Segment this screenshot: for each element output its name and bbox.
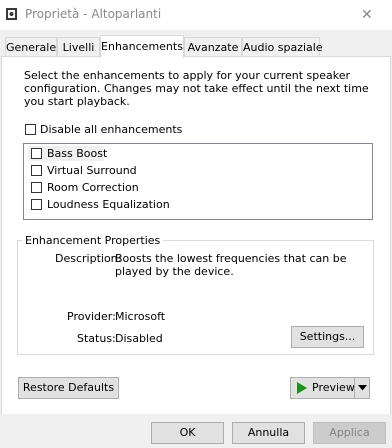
loudness-equalization-label[interactable]: Loudness Equalization (47, 198, 170, 211)
virtual-surround-checkbox[interactable] (31, 165, 42, 176)
tab-livelli[interactable]: Livelli (57, 37, 100, 57)
bass-boost-checkbox[interactable] (31, 148, 42, 159)
provider-label: Provider: (67, 310, 116, 323)
tab-enhancements[interactable]: Enhancements (100, 35, 184, 58)
ok-button[interactable]: OK (151, 422, 224, 444)
close-icon: ✕ (361, 7, 373, 23)
tab-avanzate[interactable]: Avanzate (184, 37, 242, 57)
speaker-app-icon (6, 8, 17, 20)
settings-button[interactable]: Settings... (291, 326, 364, 348)
bass-boost-label[interactable]: Bass Boost (47, 147, 107, 160)
tab-generale[interactable]: Generale (5, 37, 57, 57)
title-bar: Proprietà - Altoparlanti ✕ (0, 0, 392, 30)
restore-defaults-button[interactable]: Restore Defaults (18, 377, 119, 399)
room-correction-label[interactable]: Room Correction (47, 181, 139, 194)
status-label: Status: (77, 332, 116, 345)
close-button[interactable]: ✕ (346, 0, 392, 30)
room-correction-checkbox[interactable] (31, 182, 42, 193)
preview-split-divider (354, 378, 355, 398)
loudness-equalization-checkbox[interactable] (31, 199, 42, 210)
virtual-surround-label[interactable]: Virtual Surround (47, 164, 137, 177)
panel-description: Select the enhancements to apply for you… (24, 69, 369, 108)
disable-all-label[interactable]: Disable all enhancements (40, 123, 182, 136)
tab-audio-spaziale[interactable]: Audio spaziale (242, 37, 323, 57)
disable-all-checkbox[interactable] (25, 124, 36, 135)
enhancement-properties-title: Enhancement Properties (22, 234, 164, 247)
description-label: Description: (55, 252, 122, 265)
play-icon (297, 382, 307, 394)
chevron-down-icon[interactable] (358, 385, 367, 391)
status-value: Disabled (115, 332, 163, 345)
provider-value: Microsoft (115, 310, 166, 323)
window-title: Proprietà - Altoparlanti (25, 7, 162, 21)
apply-button[interactable]: Applica (313, 422, 386, 444)
description-value: Boosts the lowest frequencies that can b… (115, 252, 347, 278)
cancel-button[interactable]: Annulla (232, 422, 305, 444)
